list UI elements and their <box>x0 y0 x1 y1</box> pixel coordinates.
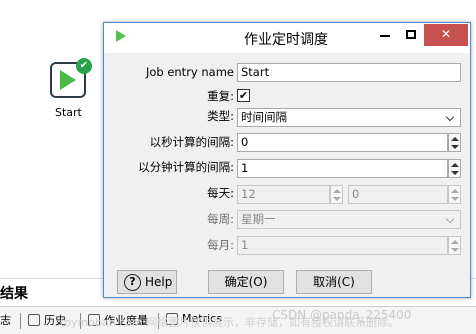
watermark-credit: CSDN @panda_225400 <box>272 308 412 322</box>
interval-minutes-spinner[interactable] <box>448 159 461 178</box>
chevron-down-icon[interactable] <box>445 109 458 126</box>
success-check-icon: ✔ <box>76 58 92 74</box>
ok-button[interactable]: 确定(O) <box>208 270 284 294</box>
interval-seconds-spinner[interactable] <box>448 133 461 152</box>
minimize-icon <box>380 34 390 37</box>
job-entry-name-input[interactable]: Start <box>237 63 461 82</box>
help-button-label: Help <box>145 275 173 289</box>
repeat-checkbox[interactable]: ✔ <box>237 89 250 102</box>
monthly-spinner[interactable] <box>448 236 461 255</box>
repeat-label: 重复: <box>207 89 234 103</box>
dialog-title: 作业定时调度 <box>244 32 328 48</box>
type-label: 类型: <box>207 109 234 123</box>
tab-separator <box>20 313 21 329</box>
node-label: Start <box>55 106 82 119</box>
monthly-label: 每月: <box>207 238 234 252</box>
interval-minutes-label: 以分钟计算的间隔: <box>138 160 234 174</box>
job-entry-name-label: Job entry name <box>145 65 234 79</box>
history-icon <box>28 314 40 326</box>
execution-results-title: 结果 <box>0 286 28 302</box>
daily-hour-input[interactable]: 12 <box>237 185 330 204</box>
close-button[interactable]: ✕ <box>424 24 468 46</box>
help-button[interactable]: ? Help <box>117 270 177 294</box>
cancel-button[interactable]: 取消(C) <box>296 270 372 294</box>
weekly-label: 每周: <box>207 212 234 226</box>
interval-seconds-input[interactable]: 0 <box>237 133 448 152</box>
weekly-select[interactable]: 星期一 <box>237 210 461 229</box>
app-icon <box>116 30 126 42</box>
maximize-icon <box>406 30 416 39</box>
dialog-titlebar[interactable]: 作业定时调度 ✕ <box>104 23 470 53</box>
daily-hour-spinner[interactable] <box>330 185 343 204</box>
close-icon: ✕ <box>440 27 452 41</box>
daily-minute-spinner[interactable] <box>448 185 461 204</box>
daily-label: 每天: <box>207 186 234 200</box>
chevron-down-icon[interactable] <box>445 211 458 228</box>
interval-seconds-label: 以秒计算的间隔: <box>149 135 234 149</box>
help-icon: ? <box>124 273 141 291</box>
weekly-select-value: 星期一 <box>241 212 276 226</box>
interval-minutes-input[interactable]: 1 <box>237 159 448 178</box>
daily-minute-input[interactable]: 0 <box>348 185 448 204</box>
type-select-value: 时间间隔 <box>241 110 287 124</box>
job-schedule-dialog: 作业定时调度 ✕ Job entry name Start 重复: ✔ 类型: … <box>103 22 471 298</box>
tab-log-label: 志 <box>0 314 11 327</box>
minimize-button[interactable] <box>372 24 398 46</box>
tab-log[interactable]: 志 <box>0 312 11 328</box>
start-icon <box>60 70 76 90</box>
maximize-button[interactable] <box>398 24 424 46</box>
monthly-input[interactable]: 1 <box>237 236 448 255</box>
type-select[interactable]: 时间间隔 <box>237 108 461 127</box>
